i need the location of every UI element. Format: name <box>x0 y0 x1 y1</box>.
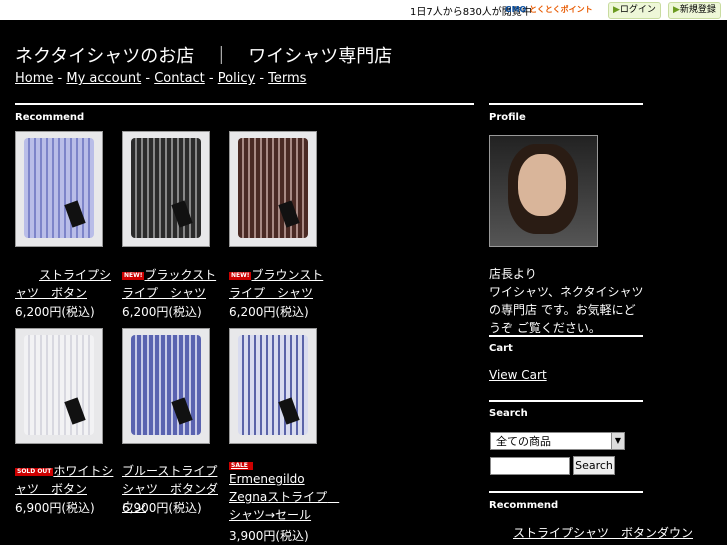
product-title[interactable]: NEW! ブラックストライプ シャツ <box>122 266 222 302</box>
profile-photo <box>489 135 598 247</box>
nav-terms[interactable]: Terms <box>268 71 306 86</box>
profile-heading: Profile <box>489 112 526 123</box>
search-divider <box>489 400 643 402</box>
product-price: 3,900円(税込) <box>229 529 309 543</box>
product-badge: SOLD OUT <box>15 467 54 476</box>
register-button[interactable]: ▶新規登録 <box>668 2 721 19</box>
top-bar: 1日7人から830人が閲覧中 GMO とくとくポイント ▶ログイン ▶新規登録 <box>0 0 727 20</box>
main-divider <box>15 103 474 105</box>
search-input[interactable] <box>490 457 570 475</box>
product-image[interactable] <box>122 131 210 247</box>
nav-contact[interactable]: Contact <box>154 71 205 86</box>
product-badge: SALE <box>229 462 253 470</box>
nav-policy[interactable]: Policy <box>218 71 255 86</box>
main-nav: Home - My account - Contact - Policy - T… <box>15 71 307 86</box>
product-price: 6,200円(税込) <box>229 305 309 319</box>
product-title[interactable]: SALE Ermenegildo Zegnaストライプ シャツ→セール <box>229 462 339 524</box>
product-image[interactable] <box>229 131 317 247</box>
product-title[interactable]: ストライプシャツ ボタン <box>15 266 115 302</box>
login-button[interactable]: ▶ログイン <box>608 2 661 19</box>
product-badge: NEW! <box>229 271 252 280</box>
search-button[interactable]: Search <box>573 456 615 475</box>
product-title[interactable]: SOLD OUT ホワイトシャツ ボタン <box>15 462 115 498</box>
search-heading: Search <box>489 408 528 419</box>
product-image[interactable] <box>229 328 317 444</box>
register-icon: ▶ <box>673 5 680 15</box>
cart-heading: Cart <box>489 343 513 354</box>
view-cart-link[interactable]: View Cart <box>489 366 547 384</box>
nav-my-account[interactable]: My account <box>66 71 141 86</box>
nav-home[interactable]: Home <box>15 71 53 86</box>
product-price: 6,900円(税込) <box>15 501 95 515</box>
product-price: 6,200円(税込) <box>15 305 95 319</box>
product-price: 6,200円(税込) <box>122 305 202 319</box>
category-select[interactable]: 全ての商品 ▼ <box>490 432 625 450</box>
side-recommend-heading: Recommend <box>489 500 559 511</box>
product-badge: NEW! <box>122 271 145 280</box>
profile-name: 店長より <box>489 267 537 281</box>
product-image[interactable] <box>15 328 103 444</box>
login-icon: ▶ <box>613 5 620 15</box>
gmo-points-logo[interactable]: GMO とくとくポイント <box>505 4 593 15</box>
chevron-down-icon: ▼ <box>611 433 624 449</box>
side-recommend-item[interactable]: ストライプシャツ ボタンダウン <box>489 524 693 542</box>
product-price: 6,900円(税込) <box>122 501 202 515</box>
cart-divider <box>489 335 643 337</box>
site-title[interactable]: ネクタイシャツのお店 ｜ ワイシャツ専門店 <box>15 42 392 68</box>
recommend-heading: Recommend <box>15 112 85 123</box>
profile-divider <box>489 103 643 105</box>
product-image[interactable] <box>15 131 103 247</box>
profile-description: ワイシャツ、ネクタイシャツの専門店 です。お気軽にどうぞ ご覧ください。 <box>489 285 644 335</box>
product-image[interactable] <box>122 328 210 444</box>
product-title[interactable]: NEW! ブラウンストライプ シャツ <box>229 266 329 302</box>
side-recommend-divider <box>489 491 643 493</box>
profile-text: 店長より ワイシャツ、ネクタイシャツの専門店 です。お気軽にどうぞ ご覧ください… <box>489 265 644 337</box>
